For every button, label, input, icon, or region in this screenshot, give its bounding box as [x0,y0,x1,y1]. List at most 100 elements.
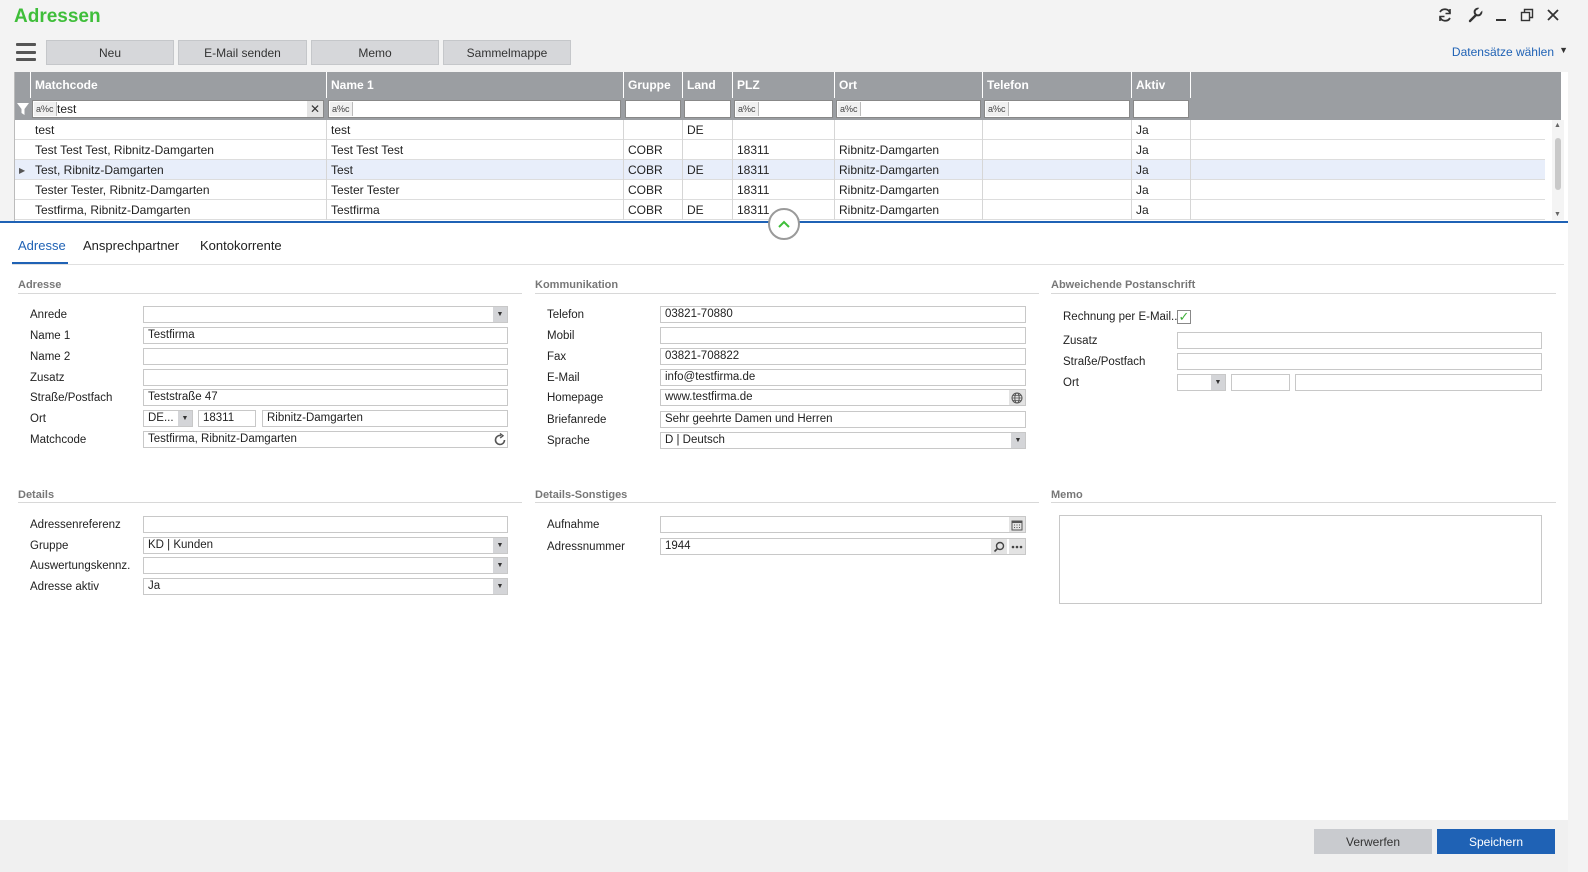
reference-field[interactable] [143,516,508,533]
filter-ort-input[interactable]: a%c [836,100,981,118]
save-button[interactable]: Speichern [1437,829,1555,854]
tab-adresse[interactable]: Adresse [18,238,66,253]
filter-land-input[interactable] [684,100,731,118]
collapse-grid-icon[interactable] [768,208,800,240]
tab-kontokorrente[interactable]: Kontokorrente [200,238,282,253]
cell-matchcode[interactable]: Tester Tester, Ribnitz-Damgarten [31,180,327,200]
cell-gruppe[interactable] [624,120,683,140]
postal-zusatz-field[interactable] [1177,332,1542,349]
filter-plz-input[interactable]: a%c [734,100,833,118]
cell-matchcode[interactable]: test [31,120,327,140]
column-header-gruppe[interactable]: Gruppe [624,72,683,98]
cell-aktiv[interactable]: Ja [1132,120,1191,140]
column-header-matchcode[interactable]: Matchcode [31,72,327,98]
column-header-name1[interactable]: Name 1 [327,72,624,98]
cell-ort[interactable]: Ribnitz-Damgarten [835,140,983,160]
postal-plz-field[interactable] [1231,374,1290,391]
column-header-aktiv[interactable]: Aktiv [1132,72,1191,98]
send-email-button[interactable]: E-Mail senden [178,40,307,65]
chevron-down-icon[interactable]: ▼ [493,538,507,553]
filter-telefon-input[interactable]: a%c [984,100,1130,118]
name1-field[interactable]: Testfirma [143,327,508,344]
calendar-icon[interactable] [1009,517,1025,532]
cell-land[interactable]: DE [683,120,733,140]
column-header-land[interactable]: Land [683,72,733,98]
cell-aktiv[interactable]: Ja [1132,180,1191,200]
cell-telefon[interactable] [983,120,1132,140]
cell-aktiv[interactable]: Ja [1132,140,1191,160]
cell-matchcode[interactable]: Test Test Test, Ribnitz-Damgarten [31,140,327,160]
menu-icon[interactable] [16,43,36,61]
cell-telefon[interactable] [983,140,1132,160]
memo-button[interactable]: Memo [311,40,439,65]
recording-date-field[interactable] [660,516,1026,533]
homepage-field[interactable]: www.testfirma.de [660,389,1026,406]
discard-button[interactable]: Verwerfen [1314,829,1432,854]
zusatz-field[interactable] [143,369,508,386]
column-header-ort[interactable]: Ort [835,72,983,98]
cell-gruppe[interactable]: COBR [624,200,683,220]
column-header-telefon[interactable]: Telefon [983,72,1132,98]
chevron-down-icon[interactable]: ▼ [1011,433,1025,448]
cell-matchcode[interactable]: Testfirma, Ribnitz-Damgarten [31,200,327,220]
cell-name1[interactable]: Tester Tester [327,180,624,200]
scroll-down-icon[interactable]: ▼ [1554,211,1561,218]
minimize-icon[interactable] [1490,5,1512,25]
cell-plz[interactable]: 18311 [733,160,835,180]
cell-plz[interactable]: 18311 [733,140,835,160]
cell-ort[interactable]: Ribnitz-Damgarten [835,160,983,180]
filter-icon[interactable] [16,102,30,116]
select-records-link[interactable]: Datensätze wählen [1452,45,1554,59]
mobile-field[interactable] [660,327,1026,344]
chevron-down-icon[interactable]: ▼ [178,411,192,426]
globe-icon[interactable] [1009,390,1025,405]
city-field[interactable]: Ribnitz-Damgarten [262,410,508,427]
postal-city-field[interactable] [1295,374,1542,391]
salutation-field[interactable]: Sehr geehrte Damen und Herren [660,411,1026,428]
fax-field[interactable]: 03821-708822 [660,348,1026,365]
evaluation-select[interactable] [143,557,508,574]
matchcode-field[interactable]: Testfirma, Ribnitz-Damgarten [143,431,508,448]
cell-ort[interactable]: Ribnitz-Damgarten [835,180,983,200]
cell-name1[interactable]: Test [327,160,624,180]
scroll-up-icon[interactable]: ▲ [1554,122,1561,129]
cell-name1[interactable]: test [327,120,624,140]
cell-ort[interactable]: Ribnitz-Damgarten [835,200,983,220]
table-row[interactable]: ▶ Test, Ribnitz-Damgarten Test COBR DE 18311 R… [15,160,1545,180]
cell-plz[interactable]: 18311 [733,180,835,200]
cell-name1[interactable]: Test Test Test [327,140,624,160]
column-header-plz[interactable]: PLZ [733,72,835,98]
table-row[interactable]: test test DE Ja [15,120,1545,140]
close-icon[interactable] [1542,5,1564,25]
wrench-icon[interactable] [1464,5,1486,25]
table-row[interactable]: Tester Tester, Ribnitz-Damgarten Tester T… [15,180,1545,200]
scrollbar-thumb[interactable] [1555,138,1561,190]
cell-gruppe[interactable]: COBR [624,160,683,180]
restore-icon[interactable] [1516,5,1538,25]
cell-land[interactable] [683,180,733,200]
grid-scrollbar[interactable]: ▲ ▼ [1552,120,1564,220]
collection-folder-button[interactable]: Sammelmappe [443,40,571,65]
cell-ort[interactable] [835,120,983,140]
chevron-down-icon[interactable]: ▼ [493,558,507,573]
name2-field[interactable] [143,348,508,365]
cell-aktiv[interactable]: Ja [1132,200,1191,220]
filter-gruppe-input[interactable] [625,100,681,118]
phone-field[interactable]: 03821-70880 [660,306,1026,323]
chevron-down-icon[interactable]: ▼ [493,307,507,322]
cell-name1[interactable]: Testfirma [327,200,624,220]
address-number-field[interactable]: 1944 [660,538,1026,555]
refresh-icon[interactable] [1434,5,1456,25]
invoice-email-checkbox[interactable]: ✓ [1177,310,1191,324]
cell-aktiv[interactable]: Ja [1132,160,1191,180]
filter-name1-input[interactable]: a%c [328,100,621,118]
filter-matchcode-input[interactable]: a%c test ✕ [32,100,324,118]
postal-street-field[interactable] [1177,353,1542,370]
active-select[interactable]: Ja [143,578,508,595]
email-field[interactable]: info@testfirma.de [660,369,1026,386]
cell-plz[interactable] [733,120,835,140]
regenerate-icon[interactable] [492,431,508,448]
cell-land[interactable]: DE [683,160,733,180]
cell-land[interactable] [683,140,733,160]
street-field[interactable]: Teststraße 47 [143,389,508,406]
